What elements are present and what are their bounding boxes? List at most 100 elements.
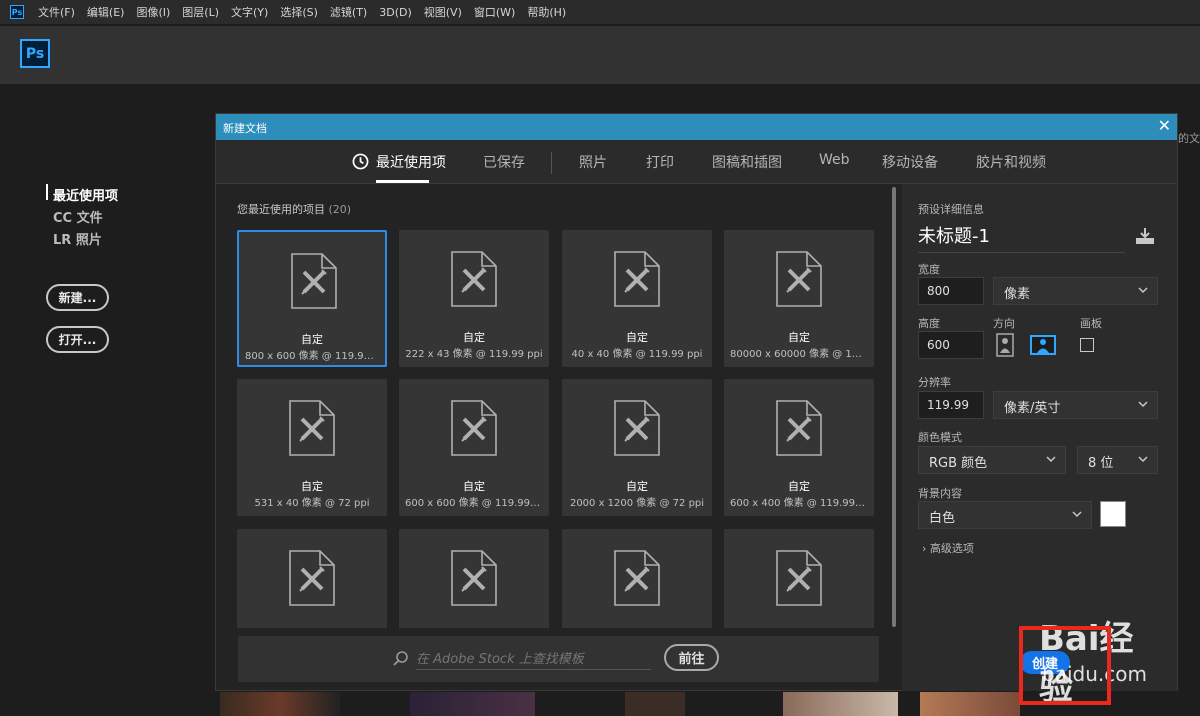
background-select[interactable]: 白色	[918, 501, 1092, 529]
sidebar-item-recent[interactable]: 最近使用项	[53, 185, 118, 204]
menu-file[interactable]: 文件(F)	[38, 4, 75, 20]
nav-active-indicator	[46, 184, 48, 200]
close-icon[interactable]: ✕	[1158, 117, 1171, 135]
menu-view[interactable]: 视图(V)	[424, 4, 462, 20]
document-icon	[288, 549, 336, 607]
bg-thumbnail	[625, 692, 685, 716]
tab-web[interactable]: Web	[819, 152, 850, 168]
card-name: 自定	[788, 331, 810, 344]
save-preset-icon[interactable]	[1134, 226, 1156, 246]
orientation-label: 方向	[993, 317, 1015, 330]
width-input[interactable]: 800	[918, 277, 984, 305]
app-logo-icon: Ps	[10, 5, 24, 19]
recent-item-card[interactable]	[724, 529, 874, 628]
tab-active-underline	[376, 180, 429, 183]
tab-mobile[interactable]: 移动设备	[882, 152, 938, 172]
document-icon	[450, 399, 498, 457]
recent-items-heading: 您最近使用的项目 (20)	[237, 201, 351, 217]
card-name: 自定	[626, 480, 648, 493]
bit-depth-value: 8 位	[1088, 456, 1114, 471]
recent-item-card[interactable]: 自定 800 x 600 像素 @ 119.99 ppi	[237, 230, 387, 367]
recent-item-card[interactable]	[562, 529, 712, 628]
recent-item-card[interactable]: 自定 2000 x 1200 像素 @ 72 ppi	[562, 379, 712, 516]
search-icon	[393, 651, 408, 666]
recent-item-card[interactable]: 自定 40 x 40 像素 @ 119.99 ppi	[562, 230, 712, 367]
open-button[interactable]: 打开...	[46, 326, 109, 353]
menu-layer[interactable]: 图层(L)	[182, 4, 219, 20]
color-mode-select[interactable]: RGB 颜色	[918, 446, 1066, 474]
recent-item-card[interactable]: 自定 600 x 400 像素 @ 119.99 ppi	[724, 379, 874, 516]
stock-search-input[interactable]	[416, 650, 651, 670]
tab-saved[interactable]: 已保存	[483, 152, 525, 172]
landscape-orientation-icon[interactable]	[1030, 333, 1056, 357]
preset-details-heading: 预设详细信息	[918, 203, 984, 216]
artboard-label: 画板	[1080, 317, 1102, 330]
menu-image[interactable]: 图像(I)	[136, 4, 170, 20]
chevron-down-icon	[1072, 511, 1082, 518]
color-mode-label: 颜色模式	[918, 431, 962, 444]
highlight-box	[1019, 626, 1111, 705]
recent-items-grid: 自定 800 x 600 像素 @ 119.99 ppi 自定 222 x 43 像素…	[237, 230, 877, 628]
ps-logo-icon: Ps	[20, 39, 50, 68]
bg-thumbnail	[920, 692, 1020, 716]
document-icon	[613, 250, 661, 308]
tab-print[interactable]: 打印	[646, 152, 674, 172]
background-color-swatch[interactable]	[1100, 501, 1126, 527]
height-input[interactable]: 600	[918, 331, 984, 359]
menu-3d[interactable]: 3D(D)	[379, 6, 412, 19]
menu-help[interactable]: 帮助(H)	[527, 4, 566, 20]
chevron-down-icon	[1046, 456, 1056, 463]
bg-thumbnail	[410, 692, 535, 716]
recent-item-card[interactable]: 自定 531 x 40 像素 @ 72 ppi	[237, 379, 387, 516]
background-label: 背景内容	[918, 487, 962, 500]
new-button[interactable]: 新建...	[46, 284, 109, 311]
portrait-orientation-icon[interactable]	[993, 333, 1017, 357]
recent-item-card[interactable]: 自定 600 x 600 像素 @ 119.99 ppi	[399, 379, 549, 516]
menu-filter[interactable]: 滤镜(T)	[330, 4, 367, 20]
sidebar-item-cc-files[interactable]: CC 文件	[53, 207, 103, 226]
advanced-options-toggle[interactable]: › 高级选项	[922, 540, 974, 556]
card-description: 531 x 40 像素 @ 72 ppi	[254, 498, 370, 509]
chevron-down-icon	[1138, 401, 1148, 408]
document-icon	[775, 549, 823, 607]
new-document-dialog: 新建文档 ✕ 最近使用项 已保存 照片 打印 图稿和插图 Web 移动设备 胶片…	[215, 113, 1178, 691]
stock-go-button[interactable]: 前往	[664, 644, 719, 671]
tab-recent[interactable]: 最近使用项	[376, 152, 446, 172]
tab-film-video[interactable]: 胶片和视频	[976, 152, 1046, 172]
tab-art-illustration[interactable]: 图稿和插图	[712, 152, 782, 172]
document-icon	[775, 399, 823, 457]
recent-item-card[interactable]: 自定 222 x 43 像素 @ 119.99 ppi	[399, 230, 549, 367]
bit-depth-select[interactable]: 8 位	[1077, 446, 1158, 474]
artboard-checkbox[interactable]	[1080, 338, 1094, 352]
menu-select[interactable]: 选择(S)	[280, 4, 318, 20]
document-icon	[288, 399, 336, 457]
background-partial-text: 的文	[1178, 132, 1200, 145]
document-icon	[613, 549, 661, 607]
tab-divider	[551, 152, 552, 174]
menu-type[interactable]: 文字(Y)	[231, 4, 268, 20]
card-description: 222 x 43 像素 @ 119.99 ppi	[405, 349, 543, 360]
sidebar-item-lr-photos[interactable]: LR 照片	[53, 229, 102, 248]
document-icon	[613, 399, 661, 457]
recent-item-card[interactable]: 自定 80000 x 60000 像素 @ 119.9...	[724, 230, 874, 367]
width-unit-select[interactable]: 像素	[993, 277, 1158, 305]
resolution-unit-select[interactable]: 像素/英寸	[993, 391, 1158, 419]
document-name-field[interactable]: 未标题-1	[918, 222, 1125, 253]
card-name: 自定	[463, 480, 485, 493]
home-header: Ps	[0, 26, 1200, 84]
card-name: 自定	[626, 331, 648, 344]
card-description: 40 x 40 像素 @ 119.99 ppi	[571, 349, 703, 360]
menu-edit[interactable]: 编辑(E)	[87, 4, 125, 20]
card-description: 800 x 600 像素 @ 119.99 ppi	[245, 351, 385, 362]
width-unit-value: 像素	[1004, 287, 1031, 302]
resolution-input[interactable]: 119.99	[918, 391, 984, 419]
scrollbar-thumb[interactable]	[892, 187, 896, 627]
clock-icon	[352, 153, 369, 170]
menu-window[interactable]: 窗口(W)	[474, 4, 515, 20]
recent-item-card[interactable]	[237, 529, 387, 628]
recent-item-card[interactable]	[399, 529, 549, 628]
document-icon	[775, 250, 823, 308]
stock-search-bar: 前往	[238, 636, 879, 682]
tab-photo[interactable]: 照片	[579, 152, 607, 172]
bg-thumbnail	[220, 692, 340, 716]
